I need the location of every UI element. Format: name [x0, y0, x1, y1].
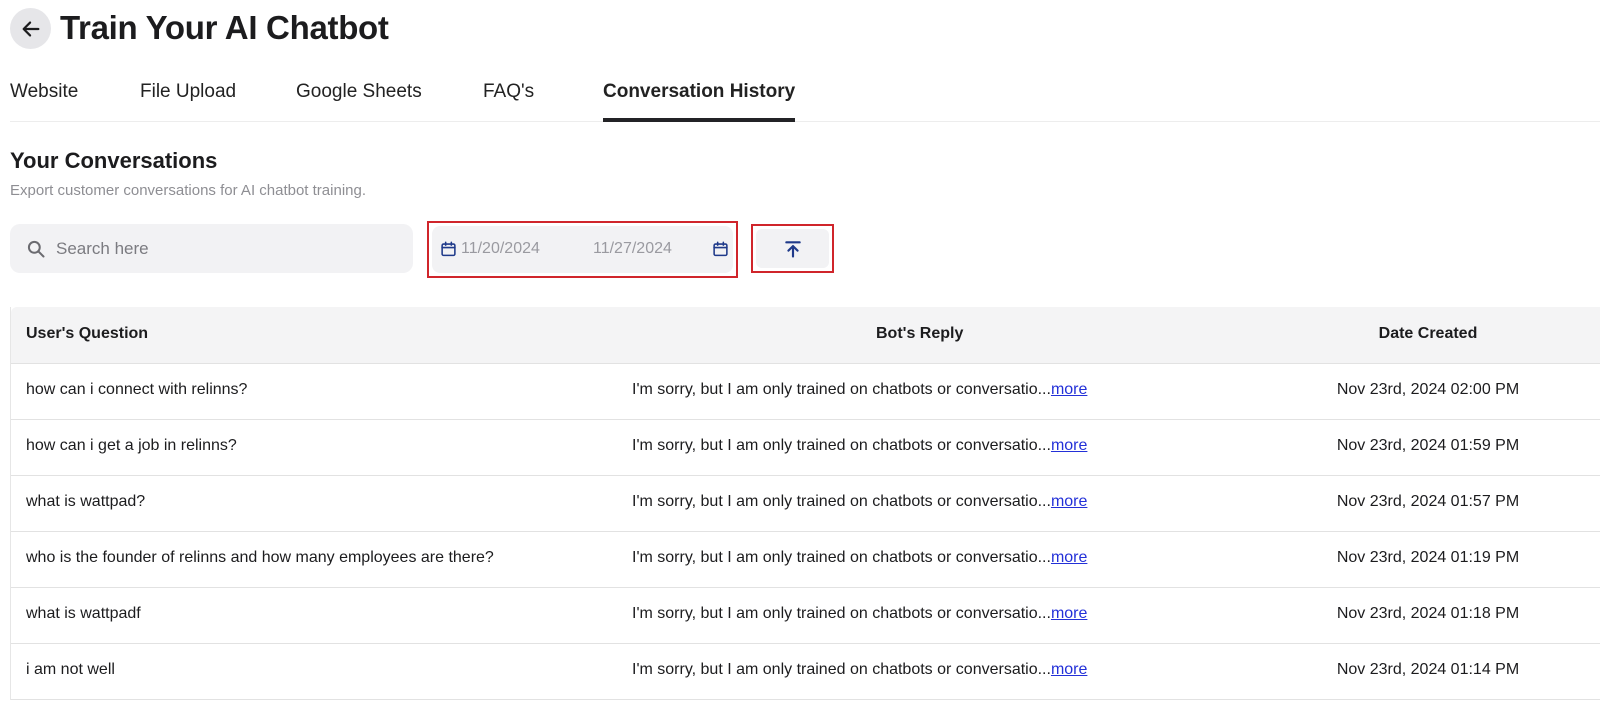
- more-link[interactable]: more: [1051, 493, 1087, 510]
- reply-text: I'm sorry, but I am only trained on chat…: [632, 493, 1051, 510]
- back-button[interactable]: [10, 8, 51, 49]
- reply-cell: I'm sorry, but I am only trained on chat…: [632, 549, 1087, 567]
- calendar-icon[interactable]: [712, 240, 729, 258]
- more-link[interactable]: more: [1051, 549, 1087, 566]
- date-cell: Nov 23rd, 2024 01:19 PM: [1336, 549, 1520, 566]
- reply-cell: I'm sorry, but I am only trained on chat…: [632, 661, 1087, 679]
- question-cell: what is wattpad?: [26, 493, 146, 510]
- question-cell: i am not well: [26, 661, 115, 678]
- start-date[interactable]: 11/20/2024: [461, 240, 540, 258]
- reply-cell: I'm sorry, but I am only trained on chat…: [632, 437, 1087, 455]
- tab-google-sheets[interactable]: Google Sheets: [296, 78, 422, 122]
- more-link[interactable]: more: [1051, 381, 1087, 398]
- date-range-field[interactable]: 11/20/2024 11/27/2024: [432, 226, 733, 273]
- upload-arrow-icon: [784, 240, 801, 258]
- column-header-reply: Bot's Reply: [876, 325, 964, 342]
- date-cell: Nov 23rd, 2024 01:57 PM: [1336, 493, 1520, 510]
- tab-conversation-history[interactable]: Conversation History: [603, 78, 796, 122]
- table-row[interactable]: how can i get a job in relinns? I'm sorr…: [11, 420, 1600, 476]
- end-date[interactable]: 11/27/2024: [593, 240, 672, 258]
- question-cell: how can i get a job in relinns?: [26, 437, 237, 454]
- date-cell: Nov 23rd, 2024 02:00 PM: [1336, 381, 1520, 398]
- reply-cell: I'm sorry, but I am only trained on chat…: [632, 381, 1087, 399]
- tab-faqs[interactable]: FAQ's: [483, 78, 534, 122]
- table-header: User's Question Bot's Reply Date Created: [11, 307, 1600, 364]
- export-button[interactable]: [756, 229, 829, 268]
- export-button-highlight: [751, 224, 834, 273]
- tab-file-upload[interactable]: File Upload: [140, 78, 236, 122]
- conversations-table: User's Question Bot's Reply Date Created…: [10, 307, 1600, 700]
- question-cell: how can i connect with relinns?: [26, 381, 248, 398]
- more-link[interactable]: more: [1051, 661, 1087, 678]
- reply-cell: I'm sorry, but I am only trained on chat…: [632, 605, 1087, 623]
- column-header-date: Date Created: [1378, 325, 1478, 342]
- calendar-icon[interactable]: [440, 240, 457, 258]
- reply-cell: I'm sorry, but I am only trained on chat…: [632, 493, 1087, 511]
- reply-text: I'm sorry, but I am only trained on chat…: [632, 549, 1051, 566]
- table-row[interactable]: how can i connect with relinns? I'm sorr…: [11, 364, 1600, 420]
- date-cell: Nov 23rd, 2024 01:59 PM: [1336, 437, 1520, 454]
- question-cell: who is the founder of relinns and how ma…: [26, 549, 494, 566]
- table-row[interactable]: what is wattpad? I'm sorry, but I am onl…: [11, 476, 1600, 532]
- more-link[interactable]: more: [1051, 437, 1087, 454]
- table-row[interactable]: what is wattpadf I'm sorry, but I am onl…: [11, 588, 1600, 644]
- tab-website[interactable]: Website: [10, 78, 78, 122]
- page-title: Train Your AI Chatbot: [60, 9, 389, 46]
- section-title: Your Conversations: [10, 148, 218, 173]
- section-subtitle: Export customer conversations for AI cha…: [10, 182, 367, 199]
- table-row[interactable]: who is the founder of relinns and how ma…: [11, 532, 1600, 588]
- search-box[interactable]: [10, 224, 413, 273]
- reply-text: I'm sorry, but I am only trained on chat…: [632, 437, 1051, 454]
- reply-text: I'm sorry, but I am only trained on chat…: [632, 661, 1051, 678]
- arrow-left-icon: [22, 20, 39, 37]
- search-input[interactable]: [56, 238, 376, 259]
- column-header-question: User's Question: [26, 325, 149, 342]
- table-row[interactable]: i am not well I'm sorry, but I am only t…: [11, 644, 1600, 700]
- tab-bar: Website File Upload Google Sheets FAQ's …: [10, 78, 1600, 122]
- question-cell: what is wattpadf: [26, 605, 141, 622]
- more-link[interactable]: more: [1051, 605, 1087, 622]
- date-range-picker[interactable]: 11/20/2024 11/27/2024: [427, 221, 738, 278]
- date-cell: Nov 23rd, 2024 01:18 PM: [1336, 605, 1520, 622]
- reply-text: I'm sorry, but I am only trained on chat…: [632, 381, 1051, 398]
- date-cell: Nov 23rd, 2024 01:14 PM: [1336, 661, 1520, 678]
- reply-text: I'm sorry, but I am only trained on chat…: [632, 605, 1051, 622]
- search-icon: [27, 240, 45, 257]
